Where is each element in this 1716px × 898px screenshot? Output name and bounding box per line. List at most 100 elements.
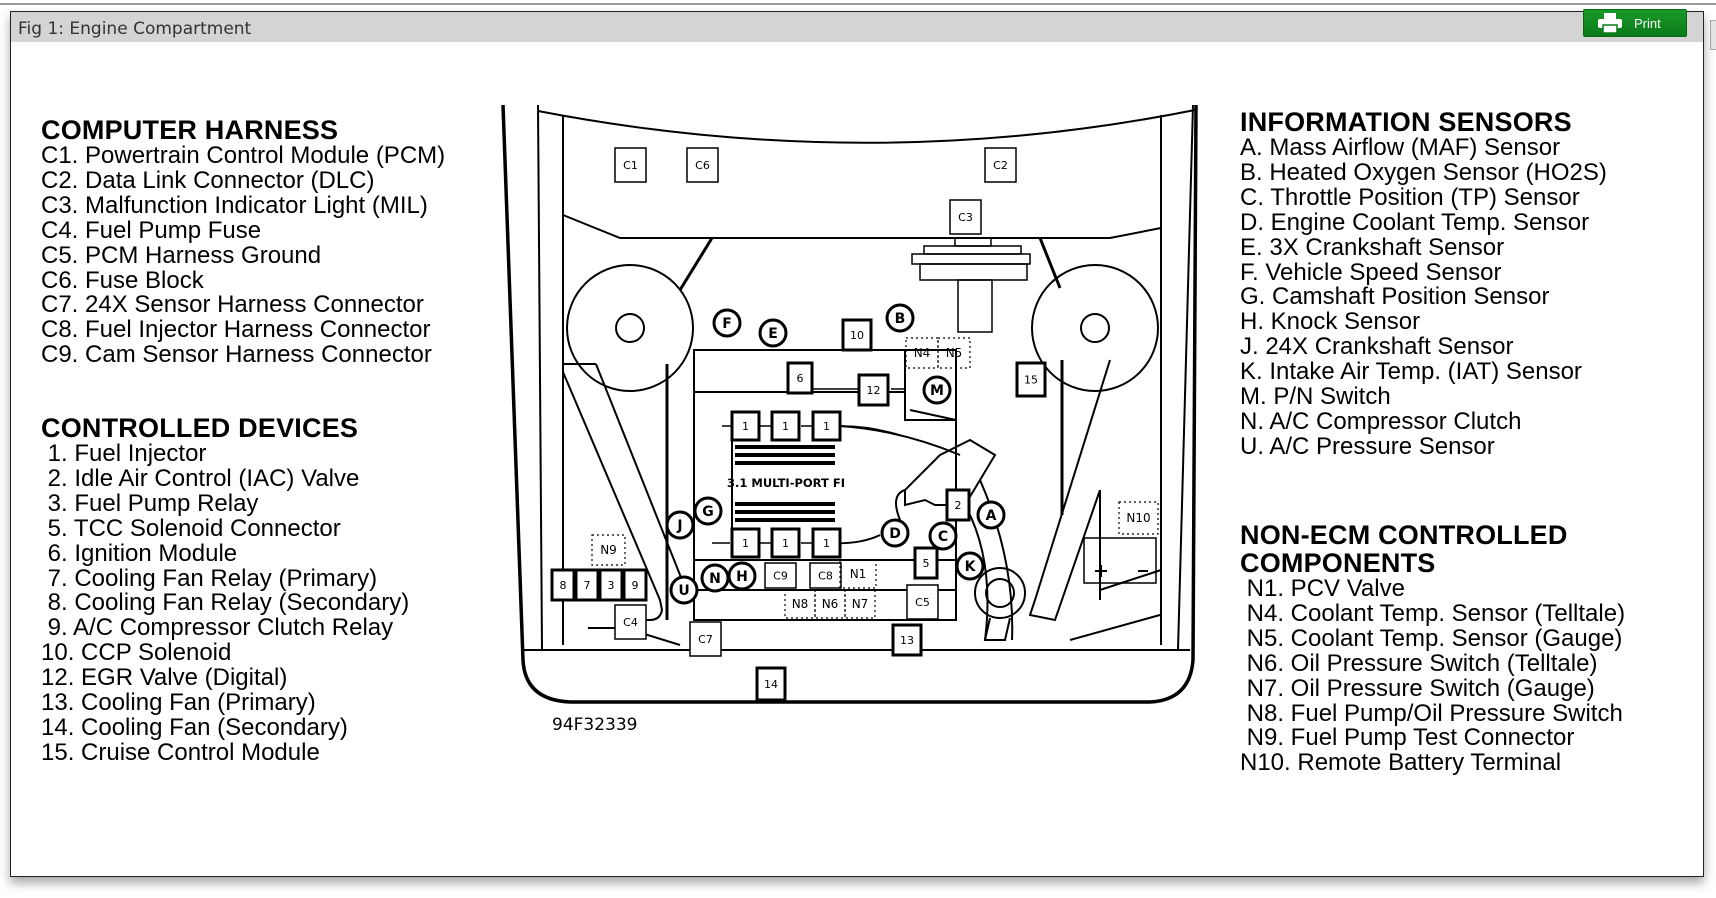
svg-text:C6: C6 <box>695 159 710 172</box>
svg-text:9: 9 <box>632 579 639 592</box>
component-box-d6: 6 <box>786 361 814 395</box>
svg-text:N8: N8 <box>792 597 809 611</box>
svg-text:E: E <box>768 326 778 342</box>
svg-text:C2: C2 <box>993 159 1008 172</box>
svg-text:C3: C3 <box>958 211 973 224</box>
svg-text:1: 1 <box>782 537 789 550</box>
sensor-circle-h: H <box>727 561 757 591</box>
svg-text:10: 10 <box>850 329 864 342</box>
dotted-component-n9: N9 <box>591 534 626 566</box>
sensor-circle-j: J <box>665 510 695 540</box>
svg-text:N: N <box>709 571 721 587</box>
svg-text:H: H <box>736 569 748 585</box>
svg-text:C9: C9 <box>773 570 788 583</box>
dotted-component-n7: N7 <box>844 589 876 619</box>
component-box-d15: 15 <box>1015 361 1047 398</box>
svg-text:1: 1 <box>782 420 789 433</box>
component-box-c3: C3 <box>949 199 982 235</box>
svg-text:2: 2 <box>955 499 962 512</box>
svg-text:C8: C8 <box>818 570 833 583</box>
component-box-d8: 8 <box>550 568 576 602</box>
component-box-d7: 7 <box>574 568 600 602</box>
dotted-component-n4: N4 <box>905 337 939 369</box>
svg-text:8: 8 <box>560 579 567 592</box>
dotted-component-n10: N10 <box>1118 501 1159 535</box>
svg-text:B: B <box>895 311 906 327</box>
dotted-component-n6: N6 <box>814 589 846 619</box>
component-box-d12: 12 <box>857 373 890 407</box>
component-box-c2: C2 <box>984 147 1017 183</box>
svg-text:J: J <box>676 518 682 534</box>
component-box-d10: 10 <box>841 318 873 352</box>
svg-text:C1: C1 <box>623 159 638 172</box>
svg-text:N6: N6 <box>822 597 839 611</box>
svg-text:1: 1 <box>823 420 830 433</box>
firewall-line <box>562 214 1162 239</box>
svg-text:N10: N10 <box>1126 511 1150 525</box>
component-box-c1: C1 <box>614 147 647 183</box>
component-box-c4: C4 <box>614 604 647 640</box>
svg-text:A: A <box>986 508 997 524</box>
outer-body-outline <box>501 104 1198 704</box>
component-box-d13: 13 <box>891 623 923 657</box>
inner-frame-left <box>537 104 543 651</box>
dotted-component-n1: N1 <box>839 559 877 589</box>
sensor-circle-d: D <box>880 518 910 548</box>
svg-text:1: 1 <box>742 420 749 433</box>
svg-text:3: 3 <box>608 579 615 592</box>
battery <box>1083 537 1157 584</box>
svg-text:D: D <box>889 526 901 542</box>
svg-text:K: K <box>965 559 977 575</box>
fuel-injector-box: 1 <box>811 410 842 442</box>
left-pulley <box>566 264 694 392</box>
water-pump-pulley <box>974 567 1026 619</box>
sensor-circle-b: B <box>885 303 915 333</box>
svg-text:15: 15 <box>1024 374 1038 387</box>
fuel-injector-box: 1 <box>730 527 761 559</box>
svg-text:C7: C7 <box>698 633 713 646</box>
engine-compartment-diagram: 3.1 MULTI-PORT FI C1 C6 C2C3C4C5C7C9 C81061… <box>501 104 1198 704</box>
fuel-injector-box: 1 <box>730 410 761 442</box>
svg-text:5: 5 <box>923 557 930 570</box>
cowl-curve <box>537 109 1196 144</box>
svg-text:N4: N4 <box>914 346 931 360</box>
component-box-d3: 3 <box>598 568 624 602</box>
svg-text:C4: C4 <box>623 616 638 629</box>
svg-text:U: U <box>678 583 689 599</box>
component-box-d9: 9 <box>622 568 648 602</box>
svg-text:C: C <box>938 529 948 545</box>
inner-frame-right <box>1177 104 1194 651</box>
svg-text:F: F <box>722 316 732 332</box>
sensor-circle-n: N <box>700 563 730 593</box>
sensor-circle-a: A <box>976 500 1006 530</box>
sensor-circle-k: K <box>955 551 985 581</box>
svg-text:N9: N9 <box>600 543 617 557</box>
figure-code: 94F32339 <box>552 715 638 735</box>
component-box-c9: C9 <box>764 562 797 589</box>
dotted-component-n8: N8 <box>784 589 816 619</box>
svg-text:12: 12 <box>867 384 881 397</box>
component-box-c7: C7 <box>689 621 722 657</box>
svg-text:G: G <box>702 504 714 520</box>
fuel-injector-box: 1 <box>770 410 801 442</box>
right-pulley <box>1031 264 1159 392</box>
sensor-circle-e: E <box>758 318 788 348</box>
component-box-d14: 14 <box>755 666 787 702</box>
sensor-circle-c: C <box>928 521 958 551</box>
component-box-c5: C5 <box>906 584 939 620</box>
svg-text:N5: N5 <box>946 346 963 360</box>
svg-text:14: 14 <box>764 678 778 691</box>
svg-text:6: 6 <box>797 372 804 385</box>
svg-text:1: 1 <box>823 537 830 550</box>
svg-text:M: M <box>930 383 944 399</box>
sensor-circle-g: G <box>693 496 723 526</box>
svg-text:N7: N7 <box>852 597 869 611</box>
fuel-injector-box: 1 <box>811 527 842 559</box>
engine-label: 3.1 MULTI-PORT FI <box>727 476 845 490</box>
sensor-circle-m: M <box>922 375 952 405</box>
svg-text:1: 1 <box>742 537 749 550</box>
sensor-circle-u: U <box>669 575 699 605</box>
component-box-d2: 2 <box>945 488 971 522</box>
svg-text:C5: C5 <box>915 596 930 609</box>
svg-text:7: 7 <box>584 579 591 592</box>
